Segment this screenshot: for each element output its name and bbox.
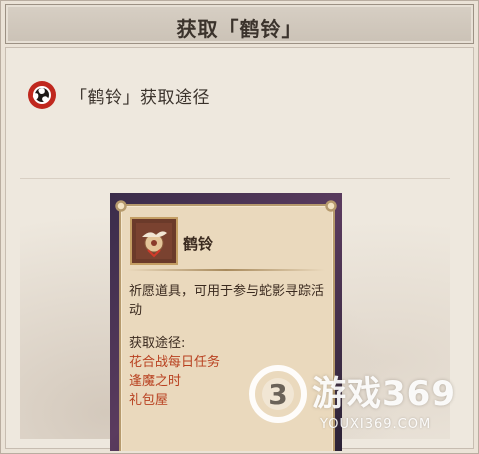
section-heading: 「鹤铃」获取途径 [70, 88, 210, 108]
window-title: 获取「鹤铃」 [176, 17, 303, 41]
methods-label: 获取途径: [129, 336, 186, 351]
watermark-logo-icon: 3 [249, 365, 307, 423]
watermark-brand: 游戏369 [312, 374, 456, 414]
panel-corner-ornament [324, 199, 338, 213]
method-item: 逢魔之时 [129, 374, 182, 389]
item-icon-frame [130, 217, 178, 265]
title-bar: 获取「鹤铃」 [5, 4, 474, 44]
svg-text:3: 3 [268, 378, 287, 411]
divider [127, 269, 325, 271]
method-item: 礼包屋 [129, 393, 169, 408]
method-item: 花合战每日任务 [129, 355, 221, 370]
watermark: 3 游戏369 YOUXI369.COM [248, 362, 473, 446]
crane-bell-icon [136, 223, 172, 259]
tomoe-emblem-icon [28, 81, 56, 109]
panel-corner-ornament [114, 199, 128, 213]
item-description: 祈愿道具，可用于参与蛇影寻踪活动 [129, 284, 325, 318]
item-name: 鹤铃 [183, 235, 214, 253]
watermark-url: YOUXI369.COM [320, 417, 432, 432]
